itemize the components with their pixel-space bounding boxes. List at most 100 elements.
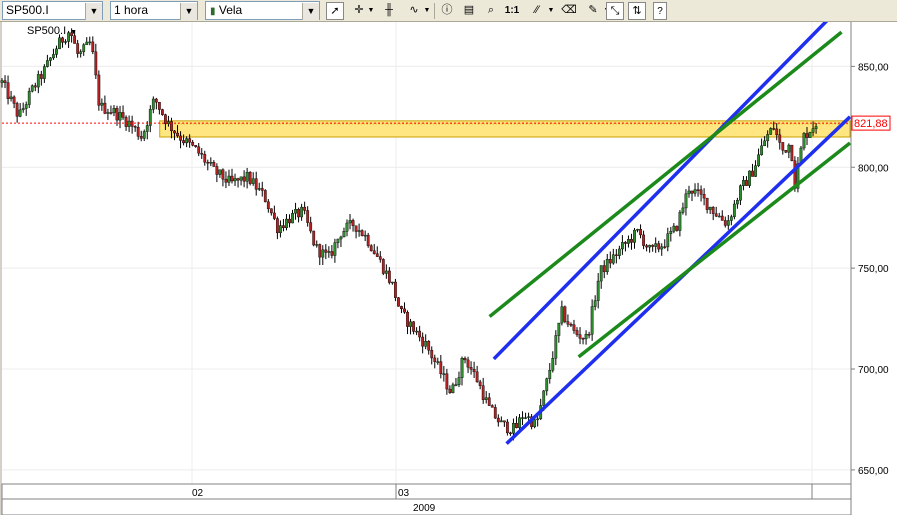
candle-body [49,57,52,61]
price-tick-label: 850,00 [858,62,889,73]
candle-body [521,417,524,419]
indicators-icon[interactable]: ∿ [405,2,423,19]
candle-body [139,136,143,139]
candle-body [251,178,255,184]
indicators-menu-icon[interactable]: ▼ [422,2,432,19]
candle-body [154,98,158,103]
help-icon[interactable]: ? [653,2,667,20]
chart-style-select[interactable]: ▮ Vela ▼ [205,1,320,20]
candle-body [239,176,243,181]
candle-body [460,358,464,378]
candle-body [448,388,452,393]
candle-body [357,230,361,232]
candle-body [330,251,334,256]
candle-body [312,230,316,246]
candle-body [642,234,645,246]
candle-body [224,178,228,183]
price-chart[interactable]: 850,00 800,00 750,00 700,00 650,00 821,88 SP… [0,22,897,515]
candle-body [366,234,370,246]
candle-body [678,212,682,231]
symbol-dropdown-icon[interactable]: ▼ [85,3,102,20]
candle-body [735,200,739,205]
candle-body [103,102,107,114]
candle-body [176,132,179,137]
candle-body [745,180,748,186]
candle-body [375,253,379,257]
timeframe-dropdown-icon[interactable]: ▼ [180,3,197,20]
candle-body [660,246,664,250]
candle-body [272,212,276,219]
candle-body [742,180,745,186]
candle-body [723,220,727,226]
candle-body [33,85,37,88]
candle-body [515,423,518,428]
crosshair-menu-icon[interactable]: ▼ [366,2,376,19]
candle-body [85,41,89,46]
candle-body [21,108,25,111]
data-window-icon[interactable]: ▤ [460,2,478,19]
candle-body [790,144,794,161]
candle-body [757,154,760,166]
candle-body [12,96,16,104]
timeframe-select[interactable]: 1 hora ▼ [110,1,198,20]
candle-body [763,140,767,147]
candle-body [636,229,639,231]
candle-body [593,300,597,307]
zoom-reset-button[interactable]: 1:1 [502,2,522,19]
candle-body [315,244,319,246]
properties-icon[interactable]: ✎ [584,2,602,19]
candle-body [566,321,570,325]
candle-body [94,51,98,76]
candle-body [754,165,757,177]
candle-body [499,420,503,423]
candle-body [0,80,4,83]
candle-body [575,330,579,335]
chart-style-dropdown-icon[interactable]: ▼ [302,3,319,20]
candle-body [300,206,304,218]
candle-body [233,178,237,182]
candle-body [617,248,621,256]
candle-body [596,280,600,301]
eraser-icon[interactable]: ⌫ [560,2,578,19]
candle-body [245,171,249,182]
candle-body [112,108,116,113]
current-price-label: 821,88 [854,118,888,130]
zoom-icon[interactable]: ⌕ [482,2,500,19]
candle-body [551,358,555,371]
candle-body [306,210,310,223]
chart-style-value: Vela [218,3,243,17]
candle-body [717,215,721,218]
chart-symbol-label[interactable]: SP500.I [27,25,66,37]
candle-body [6,82,10,99]
candle-body [739,185,742,201]
symbol-field[interactable]: SP500.I ▼ [2,1,103,20]
draw-line-icon[interactable]: ⁄⁄ [528,2,546,19]
auto-scale-icon[interactable]: ⤡ [606,2,624,20]
candle-body [584,334,588,340]
info-icon[interactable]: ⓘ [438,2,456,19]
candle-body [769,128,773,135]
trade-signals-icon[interactable]: ⇅ [628,2,646,20]
symbol-menu-icon[interactable]: ▼ [70,29,77,36]
candle-body [257,188,261,190]
candle-body [336,238,340,243]
cursor-arrow-icon[interactable]: ➚ [326,2,344,20]
candle-body [30,85,34,92]
month-label-02: 02 [192,488,204,499]
candle-body [766,134,770,142]
candle-body [194,145,198,147]
candle-body [475,371,479,383]
vertical-line-icon[interactable]: ╫ [380,2,398,19]
price-tick-label: 650,00 [858,466,889,477]
candle-body [390,281,394,284]
candle-body [130,120,134,127]
candle-body [518,417,521,428]
candle-body [230,175,234,182]
candle-body [227,175,231,183]
candle-body [542,390,546,406]
candle-body [781,142,785,151]
candle-body [73,35,77,44]
candle-body [218,169,222,175]
candle-body [164,114,167,124]
draw-line-menu-icon[interactable]: ▼ [546,2,556,19]
